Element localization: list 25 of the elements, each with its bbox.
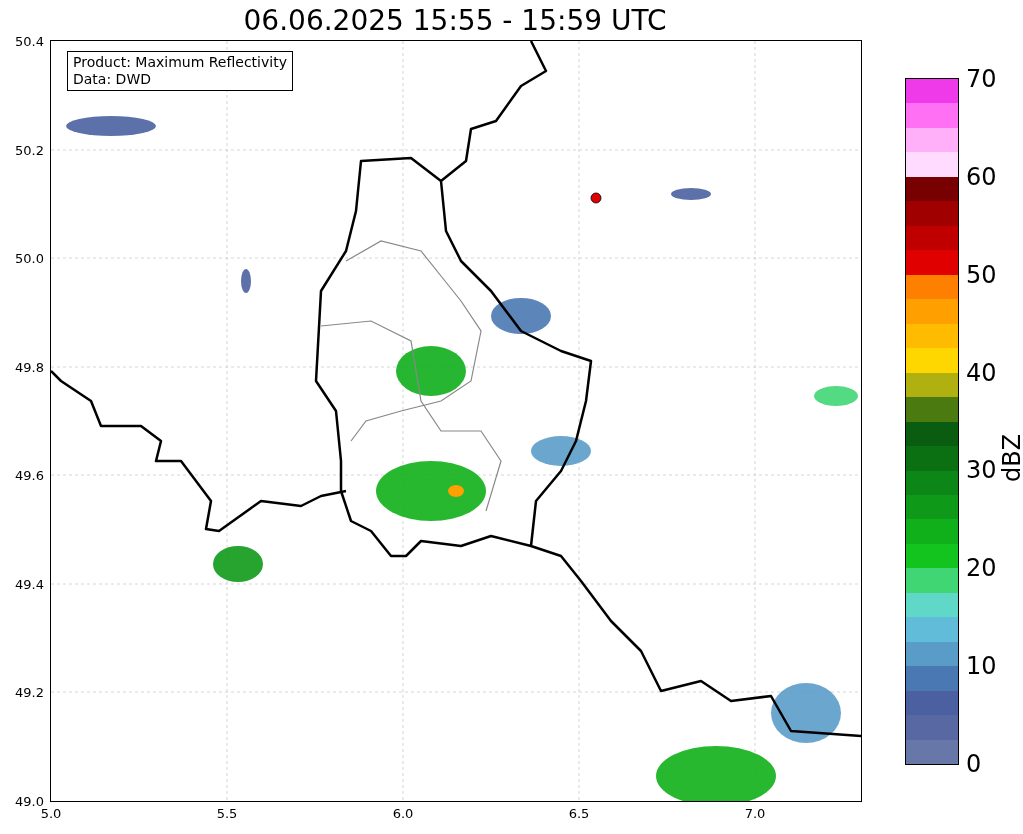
colorbar-tick-label: 50	[966, 260, 997, 289]
annotation-text: Product: Maximum Reflectivity	[73, 54, 287, 71]
x-tick-label: 5.0	[40, 806, 62, 821]
y-tick-label: 50.4	[15, 33, 44, 49]
chart-title: 06.06.2025 15:55 - 15:59 UTC	[242, 3, 668, 39]
y-tick-label: 49.2	[15, 684, 44, 700]
y-tick-label: 49.0	[15, 793, 44, 809]
colorbar-tick-label: 20	[966, 554, 997, 583]
x-tick-label: 6.5	[568, 806, 590, 821]
x-tick-label: 7.0	[744, 806, 766, 821]
y-tick-label: 50.0	[15, 250, 44, 266]
y-tick-label: 49.4	[15, 576, 44, 592]
colorbar-label: dBZ	[998, 433, 1023, 483]
x-tick-label: 6.0	[392, 806, 414, 821]
colorbar-tick-label: 30	[966, 456, 997, 485]
colorbar-tick-label: 60	[966, 162, 997, 191]
y-tick-label: 49.6	[15, 467, 44, 483]
x-tick-label: 5.5	[216, 806, 238, 821]
colorbar-tick-label: 40	[966, 358, 997, 387]
colorbar-tick-label: 0	[966, 750, 982, 778]
annotation-text: Data: DWD	[73, 71, 152, 88]
colorbar-tick-label: 70	[966, 65, 997, 93]
y-tick-label: 49.8	[15, 359, 44, 375]
colorbar-tick-label: 10	[966, 652, 997, 681]
y-tick-label: 50.2	[15, 142, 44, 158]
